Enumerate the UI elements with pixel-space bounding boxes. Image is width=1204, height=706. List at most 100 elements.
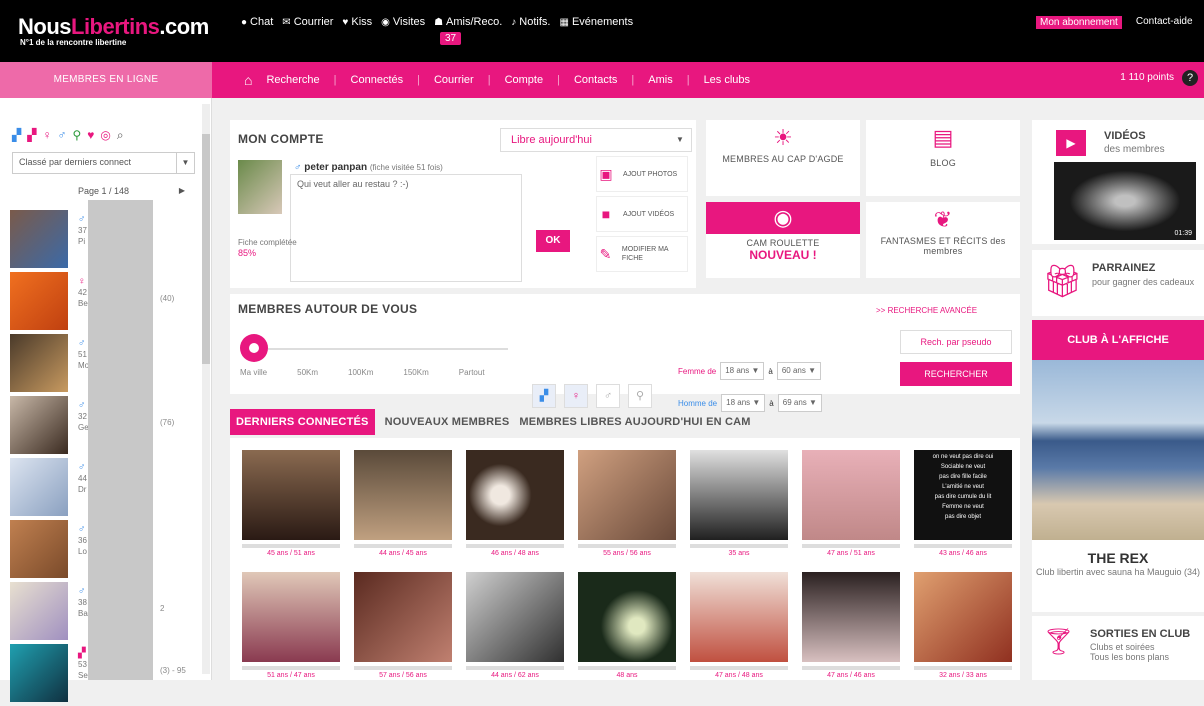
member-card[interactable]: 46 ans / 48 ans — [466, 450, 564, 557]
webcam-icon[interactable]: ◎ — [100, 128, 110, 143]
username[interactable]: ♂ peter panpan (fiche visitée 51 fois) — [294, 162, 443, 173]
nav-recherche[interactable]: Recherche — [266, 74, 319, 86]
nav-courrier[interactable]: Courrier — [434, 74, 474, 86]
homme-age-to[interactable]: 69 ans ▼ — [777, 394, 822, 412]
woman-icon[interactable]: ♀ — [42, 128, 51, 143]
member-photo[interactable] — [10, 644, 68, 702]
femme-age-to[interactable]: 60 ans ▼ — [776, 362, 822, 380]
topnav-chat[interactable]: ● Chat — [241, 16, 273, 28]
topnav-amis[interactable]: ☗ Amis/Reco. — [434, 16, 502, 28]
nav-contacts[interactable]: Contacts — [574, 74, 617, 86]
couple-filter-icon[interactable]: ▞ — [532, 384, 556, 408]
club-info[interactable]: THE REX Club libertin avec sauna ha Maug… — [1032, 540, 1204, 612]
tile-blog[interactable]: ▤ BLOG — [866, 120, 1020, 196]
tab-libres-cam[interactable]: MEMBRES LIBRES AUJOURD'HUI EN CAM — [519, 416, 750, 428]
member-photo[interactable] — [690, 450, 788, 540]
member-photo[interactable] — [578, 450, 676, 540]
member-photo[interactable] — [802, 450, 900, 540]
avatar[interactable] — [238, 160, 282, 214]
help-icon[interactable]: ? — [1182, 70, 1198, 86]
sorties-widget[interactable]: 🍸︎ SORTIES EN CLUB Clubs et soirées Tous … — [1032, 616, 1204, 680]
heart-icon[interactable]: ♥ — [87, 128, 94, 143]
member-card[interactable]: 45 ans / 51 ans — [242, 450, 340, 557]
member-card[interactable]: 44 ans / 62 ans — [466, 572, 564, 679]
topnav-notifs[interactable]: ♪ Notifs. — [511, 16, 550, 28]
member-photo[interactable] — [10, 520, 68, 578]
member-card[interactable]: 47 ans / 51 ans — [802, 450, 900, 557]
site-logo[interactable]: NousLibertins.com N°1 de la rencontre li… — [18, 14, 209, 47]
parrainage-widget[interactable]: 🎁︎ PARRAINEZ pour gagner des cadeaux — [1032, 250, 1204, 316]
member-photo[interactable] — [466, 450, 564, 540]
member-card[interactable]: 32 ans / 33 ans — [914, 572, 1012, 679]
add-videos-button[interactable]: ■ AJOUT VIDÉOS — [596, 196, 688, 232]
home-icon[interactable]: ⌂ — [244, 72, 252, 88]
trans-icon[interactable]: ⚲ — [72, 128, 81, 143]
nav-amis[interactable]: Amis — [648, 74, 672, 86]
videos-widget[interactable]: ▶ VIDÉOS des membres 01:39 — [1032, 120, 1204, 244]
points-counter[interactable]: 1 110 points — [1120, 72, 1174, 83]
topnav-evenements[interactable]: ▦ Evénements — [559, 16, 633, 28]
man-icon[interactable]: ♂ — [57, 128, 66, 143]
club-photo[interactable] — [1032, 360, 1204, 540]
sort-select[interactable]: Classé par derniers connect ▼ — [12, 152, 195, 174]
next-page-icon[interactable]: ▶ — [179, 182, 185, 200]
member-photo[interactable] — [10, 396, 68, 454]
abonnement-link[interactable]: Mon abonnement — [1036, 16, 1122, 29]
member-card[interactable]: on ne veut pas dire oui Sociable ne veut p… — [914, 450, 1012, 557]
nav-connectes[interactable]: Connectés — [351, 74, 404, 86]
add-photos-button[interactable]: ▣ AJOUT PHOTOS — [596, 156, 688, 192]
member-photo[interactable] — [242, 450, 340, 540]
femme-age-from[interactable]: 18 ans ▼ — [720, 362, 765, 380]
scrollbar-thumb[interactable] — [202, 134, 210, 364]
member-photo[interactable] — [802, 572, 900, 662]
search-icon[interactable]: ⌕ — [117, 128, 124, 143]
member-photo[interactable] — [690, 572, 788, 662]
member-card[interactable]: 57 ans / 56 ans — [354, 572, 452, 679]
member-photo[interactable] — [10, 210, 68, 268]
couple-women-icon[interactable]: ▞ — [27, 128, 36, 143]
member-photo[interactable] — [10, 582, 68, 640]
tile-cam-roulette[interactable]: ◉ CAM ROULETTE NOUVEAU ! — [706, 202, 860, 278]
topnav-kiss[interactable]: ♥ Kiss — [342, 16, 372, 28]
pseudo-search-input[interactable]: Rech. par pseudo — [900, 330, 1012, 354]
status-textarea[interactable]: Qui veut aller au restau ? :-) — [290, 174, 522, 282]
video-thumbnail[interactable]: 01:39 — [1054, 162, 1196, 240]
woman-filter-icon[interactable]: ♀ — [564, 384, 588, 408]
status-select[interactable]: Libre aujourd'hui ▼ — [500, 128, 692, 152]
sidebar-scrollbar[interactable] — [202, 104, 210, 674]
member-photo[interactable] — [242, 572, 340, 662]
member-card[interactable]: 51 ans / 47 ans — [242, 572, 340, 679]
member-photo[interactable] — [354, 450, 452, 540]
trans-filter-icon[interactable]: ⚲ — [628, 384, 652, 408]
member-photo[interactable] — [914, 572, 1012, 662]
member-card[interactable]: 47 ans / 46 ans — [802, 572, 900, 679]
member-photo[interactable] — [466, 572, 564, 662]
nav-clubs[interactable]: Les clubs — [704, 74, 750, 86]
member-card[interactable]: 55 ans / 56 ans — [578, 450, 676, 557]
member-card[interactable]: 35 ans — [690, 450, 788, 557]
topnav-visites[interactable]: ◉ Visites — [381, 16, 425, 28]
tile-cap-agde[interactable]: ☀ MEMBRES AU CAP D'AGDE — [706, 120, 860, 196]
ok-button[interactable]: OK — [536, 230, 570, 252]
advanced-search-link[interactable]: >> RECHERCHE AVANCÉE — [876, 306, 977, 315]
member-photo[interactable] — [578, 572, 676, 662]
search-button[interactable]: RECHERCHER — [900, 362, 1012, 386]
couple-icon[interactable]: ▞ — [12, 128, 21, 143]
member-card[interactable]: 47 ans / 48 ans — [690, 572, 788, 679]
member-photo[interactable] — [10, 334, 68, 392]
tile-fantasmes[interactable]: ❦ FANTASMES ET RÉCITS des membres — [866, 202, 1020, 278]
member-photo[interactable] — [10, 272, 68, 330]
member-card[interactable]: 44 ans / 45 ans — [354, 450, 452, 557]
topnav-courrier[interactable]: ✉ Courrier — [282, 16, 333, 28]
nav-compte[interactable]: Compte — [505, 74, 544, 86]
member-card[interactable]: 48 ans — [578, 572, 676, 679]
contact-link[interactable]: Contact-aide — [1136, 16, 1193, 29]
member-photo[interactable]: on ne veut pas dire oui Sociable ne veut p… — [914, 450, 1012, 540]
edit-profile-button[interactable]: ✎ MODIFIER MA FICHE — [596, 236, 688, 272]
visits-count-badge[interactable]: 37 — [440, 32, 462, 45]
tab-nouveaux-membres[interactable]: NOUVEAUX MEMBRES — [385, 416, 510, 428]
member-photo[interactable] — [10, 458, 68, 516]
tab-derniers-connectes[interactable]: DERNIERS CONNECTÉS — [230, 409, 375, 435]
slider-handle[interactable] — [240, 334, 268, 362]
member-photo[interactable] — [354, 572, 452, 662]
